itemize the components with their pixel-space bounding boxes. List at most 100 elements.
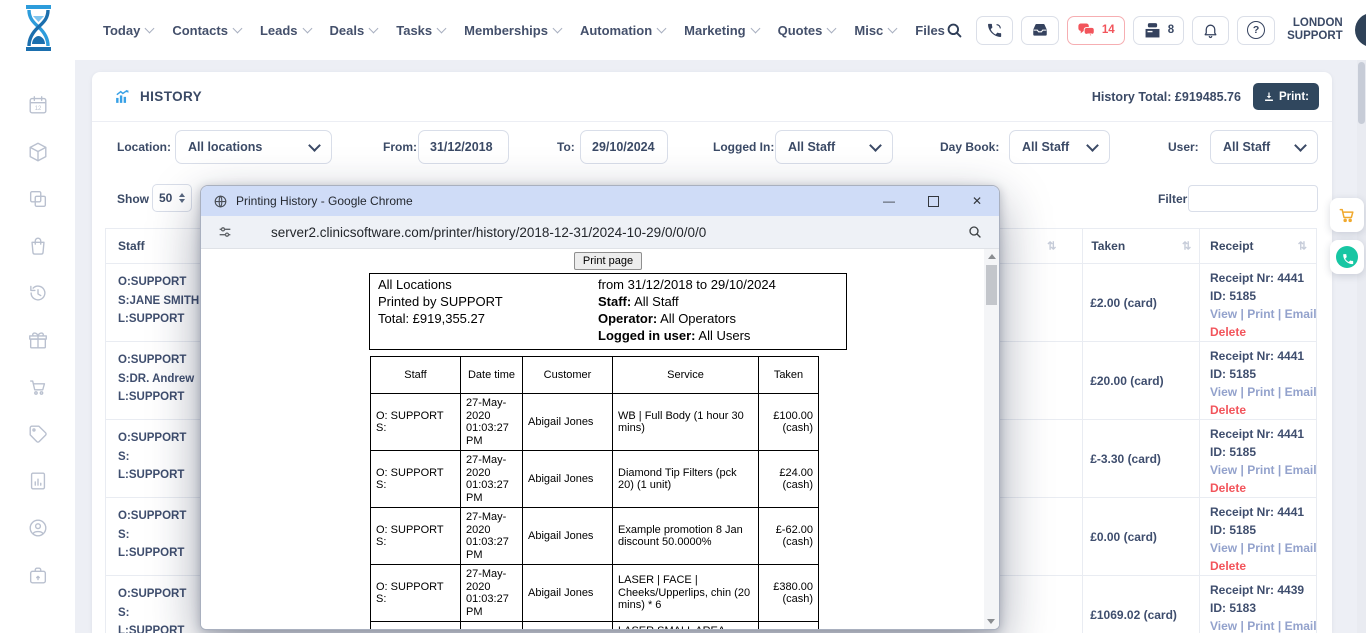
email-link[interactable]: Email bbox=[1285, 619, 1317, 633]
delete-link[interactable]: Delete bbox=[1210, 325, 1246, 339]
chevron-down-icon bbox=[145, 23, 155, 33]
view-link[interactable]: View bbox=[1210, 463, 1237, 477]
brand-logo[interactable] bbox=[20, 4, 57, 57]
delete-link[interactable]: Delete bbox=[1210, 481, 1246, 495]
print-link[interactable]: Print bbox=[1247, 541, 1274, 555]
email-link[interactable]: Email bbox=[1285, 385, 1317, 399]
email-link[interactable]: Email bbox=[1285, 463, 1317, 477]
nav-quotes[interactable]: Quotes bbox=[778, 23, 836, 38]
package-icon[interactable] bbox=[27, 141, 49, 163]
print-col-datetime: Date time bbox=[461, 357, 523, 394]
register-count-badge: 8 bbox=[1168, 24, 1174, 36]
print-link[interactable]: Print bbox=[1247, 307, 1274, 321]
filter-input[interactable] bbox=[1188, 185, 1318, 212]
nav-leads-label: Leads bbox=[260, 23, 298, 38]
nav-tasks[interactable]: Tasks bbox=[396, 23, 445, 38]
print-page-button[interactable]: Print page bbox=[574, 252, 642, 270]
location-select[interactable]: All locations bbox=[175, 130, 332, 164]
gift-icon[interactable] bbox=[27, 329, 49, 351]
globe-icon bbox=[213, 194, 228, 209]
floating-cart-button[interactable] bbox=[1330, 198, 1364, 232]
email-link[interactable]: Email bbox=[1285, 307, 1317, 321]
url-text[interactable]: server2.clinicsoftware.com/printer/histo… bbox=[271, 225, 706, 240]
account-circle-icon[interactable] bbox=[27, 517, 49, 539]
maximize-button[interactable] bbox=[911, 186, 955, 216]
chevron-down-icon bbox=[233, 23, 243, 33]
page-scrollbar[interactable] bbox=[1357, 60, 1366, 633]
col-receipt-header[interactable]: Receipt⇅ bbox=[1199, 229, 1316, 263]
popup-address-bar: server2.clinicsoftware.com/printer/histo… bbox=[201, 216, 999, 249]
sort-icon[interactable]: ⇅ bbox=[1047, 240, 1056, 253]
col-taken-header[interactable]: Taken⇅ bbox=[1082, 229, 1199, 263]
to-date-input[interactable] bbox=[580, 130, 668, 164]
show-entries-select[interactable]: 50 bbox=[152, 184, 192, 212]
calendar-icon[interactable]: 12 bbox=[27, 94, 49, 116]
print-link[interactable]: Print bbox=[1247, 619, 1274, 633]
nav-files[interactable]: Files bbox=[915, 23, 945, 38]
shopping-bag-icon[interactable] bbox=[27, 235, 49, 257]
chevron-down-icon bbox=[657, 23, 667, 33]
view-link[interactable]: View bbox=[1210, 385, 1237, 399]
chat-button[interactable]: 14 bbox=[1067, 16, 1125, 45]
view-link[interactable]: View bbox=[1210, 619, 1237, 633]
print-row: O: SUPPORT27-May-2020Abigail JonesLASER … bbox=[371, 622, 819, 631]
tag-icon[interactable] bbox=[27, 423, 49, 445]
notifications-button[interactable] bbox=[1192, 16, 1229, 45]
help-icon: ? bbox=[1247, 21, 1265, 39]
popup-scrollbar-thumb[interactable] bbox=[986, 265, 997, 305]
cart-icon[interactable] bbox=[27, 376, 49, 398]
nav-automation-label: Automation bbox=[580, 23, 652, 38]
popup-title-bar[interactable]: Printing History - Google Chrome — ✕ bbox=[201, 186, 999, 216]
nav-leads[interactable]: Leads bbox=[260, 23, 311, 38]
zoom-icon[interactable] bbox=[967, 224, 983, 240]
logged-in-value: All Staff bbox=[788, 140, 835, 154]
nav-contacts[interactable]: Contacts bbox=[172, 23, 241, 38]
sort-icon[interactable]: ⇅ bbox=[1182, 240, 1191, 253]
download-icon bbox=[1263, 91, 1275, 103]
page-scrollbar-thumb[interactable] bbox=[1358, 62, 1365, 124]
nav-misc[interactable]: Misc bbox=[854, 23, 896, 38]
receipt-number: Receipt Nr: 4441 bbox=[1210, 347, 1316, 365]
nav-memberships[interactable]: Memberships bbox=[464, 23, 561, 38]
day-book-select[interactable]: All Staff bbox=[1009, 130, 1110, 164]
floating-phone-button[interactable] bbox=[1330, 240, 1364, 274]
history-icon[interactable] bbox=[27, 282, 49, 304]
register-button[interactable]: 8 bbox=[1133, 16, 1184, 45]
nav-marketing[interactable]: Marketing bbox=[684, 23, 758, 38]
print-link[interactable]: Print bbox=[1247, 385, 1274, 399]
email-link[interactable]: Email bbox=[1285, 541, 1317, 555]
sort-icon[interactable]: ⇅ bbox=[1298, 240, 1307, 253]
nav-files-label: Files bbox=[915, 23, 945, 38]
user-select[interactable]: All Staff bbox=[1210, 130, 1318, 164]
chevron-down-icon bbox=[869, 139, 882, 152]
site-settings-icon[interactable] bbox=[217, 224, 233, 240]
delete-link[interactable]: Delete bbox=[1210, 403, 1246, 417]
inbox-button[interactable] bbox=[1021, 16, 1059, 45]
print-button[interactable]: Print: bbox=[1253, 83, 1319, 110]
summary-staff: All Staff bbox=[631, 294, 678, 309]
search-icon[interactable] bbox=[945, 21, 964, 40]
avatar[interactable] bbox=[1355, 13, 1366, 47]
taken-cell: £0.00 (card) bbox=[1082, 498, 1199, 575]
minimize-button[interactable]: — bbox=[867, 186, 911, 216]
report-icon[interactable] bbox=[27, 470, 49, 492]
nav-deals[interactable]: Deals bbox=[330, 23, 378, 38]
print-link[interactable]: Print bbox=[1247, 463, 1274, 477]
help-button[interactable]: ? bbox=[1237, 16, 1275, 45]
from-date-input[interactable] bbox=[418, 130, 509, 164]
nav-automation[interactable]: Automation bbox=[580, 23, 665, 38]
summary-date-range: from 31/12/2018 to 29/10/2024 bbox=[598, 276, 838, 293]
view-link[interactable]: View bbox=[1210, 307, 1237, 321]
filter-label: Filter bbox=[1158, 192, 1187, 206]
delete-link[interactable]: Delete bbox=[1210, 559, 1246, 573]
copy-icon[interactable] bbox=[27, 188, 49, 210]
close-button[interactable]: ✕ bbox=[955, 186, 999, 216]
scroll-up-icon[interactable] bbox=[988, 254, 996, 259]
popup-scrollbar[interactable] bbox=[984, 249, 999, 629]
view-link[interactable]: View bbox=[1210, 541, 1237, 555]
logged-in-select[interactable]: All Staff bbox=[775, 130, 893, 164]
nav-today[interactable]: Today bbox=[103, 23, 153, 38]
briefcase-icon[interactable] bbox=[27, 564, 49, 586]
phone-button[interactable] bbox=[976, 16, 1013, 45]
scroll-down-icon[interactable] bbox=[987, 619, 995, 624]
